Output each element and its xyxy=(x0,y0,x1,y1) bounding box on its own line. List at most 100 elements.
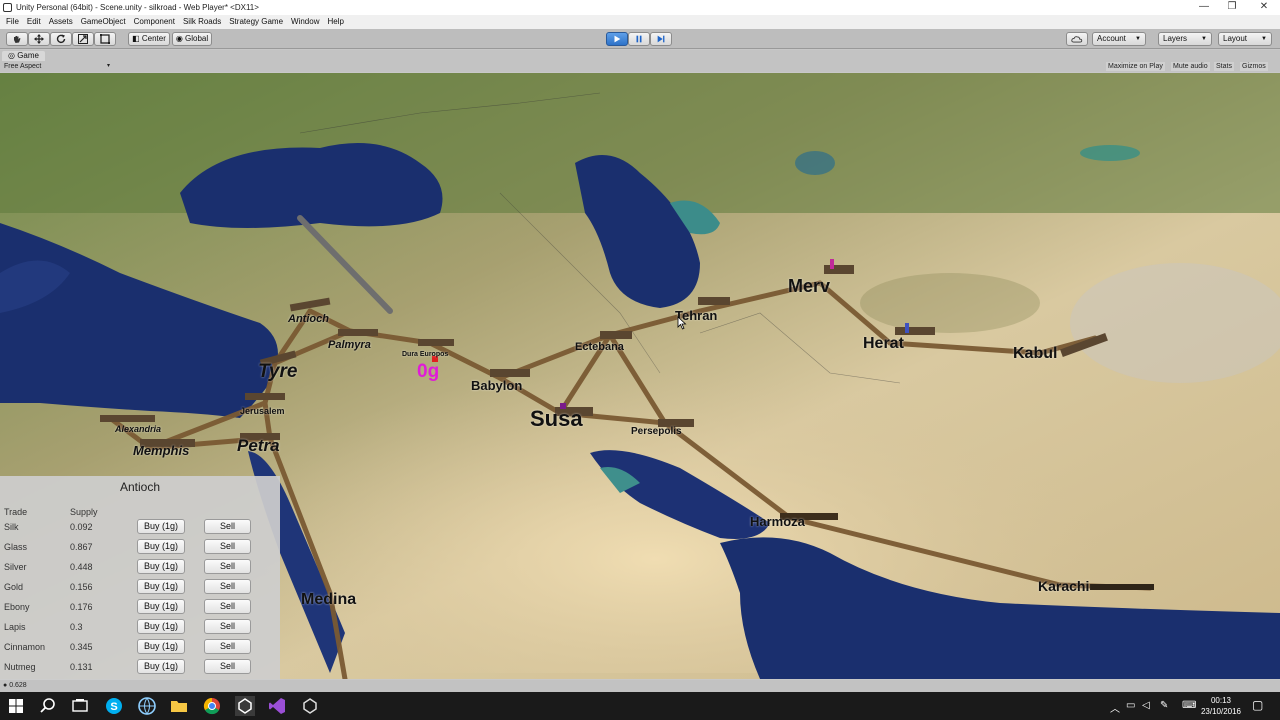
stats-toggle[interactable]: Stats xyxy=(1214,62,1234,71)
city-label-dura-europos[interactable]: Dura Europos xyxy=(402,351,448,358)
city-label-herat[interactable]: Herat xyxy=(863,335,904,353)
trade-row: Silk 0.092 Buy (1g) Sell xyxy=(0,518,280,538)
buy-button[interactable]: Buy (1g) xyxy=(137,619,185,634)
layout-dropdown[interactable]: Layout ▼ xyxy=(1218,32,1272,46)
unity-editor-icon[interactable] xyxy=(300,696,320,716)
buy-button[interactable]: Buy (1g) xyxy=(137,659,185,674)
unity-taskbar-icon[interactable] xyxy=(235,696,255,716)
sell-button[interactable]: Sell xyxy=(204,579,251,594)
good-name: Silk xyxy=(4,522,19,532)
pause-button[interactable] xyxy=(628,32,650,46)
city-label-jerusalem[interactable]: Jerusalem xyxy=(240,406,285,416)
aspect-dropdown[interactable]: Free Aspect ▾ xyxy=(4,62,110,71)
city-label-harmoza[interactable]: Harmoza xyxy=(750,514,805,529)
city-label-antioch[interactable]: Antioch xyxy=(288,313,329,325)
sell-button[interactable]: Sell xyxy=(204,659,251,674)
pivot-center-button[interactable]: ◧ Center xyxy=(128,32,170,46)
tray-chevron-up-icon[interactable]: ︿ xyxy=(1110,700,1120,715)
pivot-global-button[interactable]: ◉ Global xyxy=(172,32,212,46)
city-label-ectebana[interactable]: Ectebana xyxy=(575,341,624,353)
folder-icon[interactable] xyxy=(169,696,189,716)
cloud-button[interactable] xyxy=(1066,32,1088,46)
sell-button[interactable]: Sell xyxy=(204,619,251,634)
good-supply: 0.448 xyxy=(70,562,93,572)
rect-tool-icon xyxy=(100,34,110,44)
menu-strategy-game[interactable]: Strategy Game xyxy=(225,15,287,29)
menu-gameobject[interactable]: GameObject xyxy=(77,15,130,29)
trade-row: Nutmeg 0.131 Buy (1g) Sell xyxy=(0,658,280,678)
buy-button[interactable]: Buy (1g) xyxy=(137,579,185,594)
city-label-petra[interactable]: Petra xyxy=(237,436,280,456)
buy-button[interactable]: Buy (1g) xyxy=(137,559,185,574)
scale-icon xyxy=(78,34,88,44)
maximize-on-play-toggle[interactable]: Maximize on Play xyxy=(1106,62,1165,71)
buy-button[interactable]: Buy (1g) xyxy=(137,599,185,614)
good-supply: 0.176 xyxy=(70,602,93,612)
sell-button[interactable]: Sell xyxy=(204,639,251,654)
skype-icon[interactable]: S xyxy=(104,696,124,716)
rect-tool-button[interactable] xyxy=(94,32,116,46)
good-name: Lapis xyxy=(4,622,26,632)
browser-globe-icon[interactable] xyxy=(137,696,157,716)
volume-icon[interactable]: ◁ xyxy=(1142,700,1150,711)
play-icon xyxy=(614,35,621,43)
sell-button[interactable]: Sell xyxy=(204,559,251,574)
city-label-karachi[interactable]: Karachi xyxy=(1038,578,1089,594)
city-label-tyre[interactable]: Tyre xyxy=(258,361,297,383)
chrome-icon[interactable] xyxy=(202,696,222,716)
city-label-merv[interactable]: Merv xyxy=(788,276,830,297)
city-label-babylon[interactable]: Babylon xyxy=(471,378,522,393)
windows-start-icon[interactable] xyxy=(6,696,26,716)
step-button[interactable] xyxy=(650,32,672,46)
close-button[interactable]: ✕ xyxy=(1248,0,1280,15)
menu-edit[interactable]: Edit xyxy=(23,15,45,29)
keyboard-icon[interactable]: ⌨ xyxy=(1182,700,1196,711)
buy-button[interactable]: Buy (1g) xyxy=(137,639,185,654)
good-supply: 0.156 xyxy=(70,582,93,592)
sell-button[interactable]: Sell xyxy=(204,599,251,614)
city-label-susa[interactable]: Susa xyxy=(530,406,583,432)
menu-component[interactable]: Component xyxy=(130,15,179,29)
pen-icon[interactable]: ✎ xyxy=(1160,700,1168,711)
scale-tool-button[interactable] xyxy=(72,32,94,46)
menu-help[interactable]: Help xyxy=(323,15,347,29)
sell-button[interactable]: Sell xyxy=(204,519,251,534)
account-dropdown[interactable]: Account ▼ xyxy=(1092,32,1146,46)
pivot-icon: ◧ xyxy=(132,34,142,43)
menu-window[interactable]: Window xyxy=(287,15,323,29)
city-label-alexandria[interactable]: Alexandria xyxy=(115,424,161,434)
hand-tool-button[interactable] xyxy=(6,32,28,46)
city-label-palmyra[interactable]: Palmyra xyxy=(328,339,371,351)
network-icon[interactable]: ▭ xyxy=(1126,700,1135,711)
good-supply: 0.867 xyxy=(70,542,93,552)
gizmos-dropdown[interactable]: Gizmos xyxy=(1240,62,1268,71)
tab-game[interactable]: ◎ Game xyxy=(2,51,45,61)
menu-file[interactable]: File xyxy=(2,15,23,29)
restore-button[interactable]: ❐ xyxy=(1216,0,1248,15)
menu-silk-roads[interactable]: Silk Roads xyxy=(179,15,225,29)
visual-studio-icon[interactable] xyxy=(267,696,287,716)
buy-button[interactable]: Buy (1g) xyxy=(137,539,185,554)
move-tool-button[interactable] xyxy=(28,32,50,46)
move-icon xyxy=(34,34,44,44)
clock-time: 00:13 xyxy=(1210,696,1232,705)
city-label-medina[interactable]: Medina xyxy=(301,591,356,609)
mute-audio-toggle[interactable]: Mute audio xyxy=(1171,62,1210,71)
layers-dropdown[interactable]: Layers ▼ xyxy=(1158,32,1212,46)
notifications-icon[interactable]: ▢ xyxy=(1252,698,1263,712)
hand-icon xyxy=(14,36,21,43)
buy-button[interactable]: Buy (1g) xyxy=(137,519,185,534)
clock[interactable]: 00:13 23/10/2016 xyxy=(1196,695,1246,717)
supply-column-header: Supply xyxy=(70,507,98,517)
sell-button[interactable]: Sell xyxy=(204,539,251,554)
menu-assets[interactable]: Assets xyxy=(45,15,77,29)
city-label-memphis[interactable]: Memphis xyxy=(133,443,189,458)
city-label-kabul[interactable]: Kabul xyxy=(1013,345,1057,363)
play-button[interactable] xyxy=(606,32,628,46)
task-view-icon[interactable] xyxy=(70,696,90,716)
search-icon[interactable] xyxy=(38,696,58,716)
good-name: Glass xyxy=(4,542,28,552)
city-label-persepolis[interactable]: Persepolis xyxy=(631,426,682,437)
good-supply: 0.131 xyxy=(70,662,93,672)
rotate-tool-button[interactable] xyxy=(50,32,72,46)
